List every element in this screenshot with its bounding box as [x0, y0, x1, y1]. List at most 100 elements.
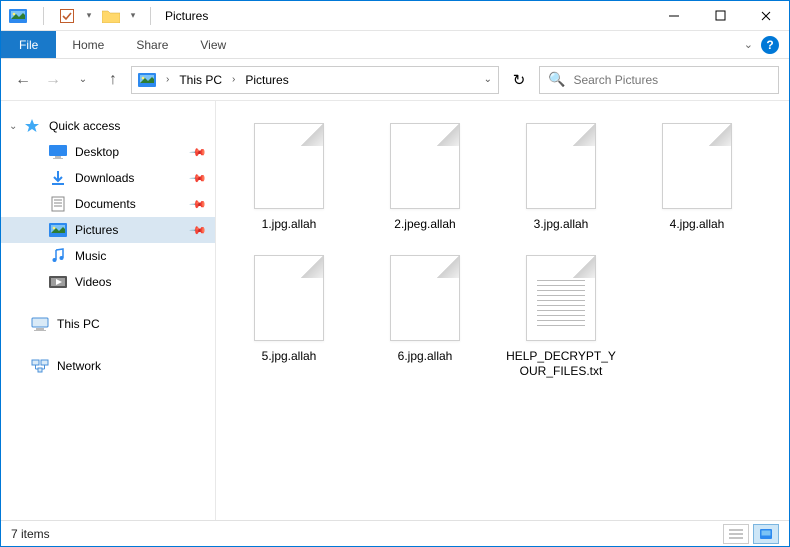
file-item[interactable]: 6.jpg.allah [362, 249, 488, 386]
qat-dropdown2-icon[interactable]: ▾ [128, 7, 138, 25]
view-details-button[interactable] [723, 524, 749, 544]
qat-dropdown-icon[interactable]: ▾ [84, 7, 94, 25]
titlebar-left: ▾ ▾ Pictures [9, 5, 208, 27]
titlebar: ▾ ▾ Pictures [1, 1, 789, 31]
sidebar-network[interactable]: Network [1, 353, 215, 379]
sidebar-item-label: Downloads [75, 171, 134, 185]
navigation-pane[interactable]: ⌄ Quick access Desktop 📌 Downloads 📌 Doc… [1, 101, 216, 520]
sidebar-item-label: Music [75, 249, 106, 263]
desktop-icon [49, 144, 67, 160]
star-icon [23, 118, 41, 134]
file-name-label: 5.jpg.allah [262, 349, 317, 365]
pin-icon: 📌 [189, 143, 208, 162]
sidebar-item-label: Pictures [75, 223, 118, 237]
breadcrumb-pictures[interactable]: Pictures [245, 73, 288, 87]
sidebar-item-downloads[interactable]: Downloads 📌 [1, 165, 215, 191]
window-title: Pictures [165, 9, 208, 23]
sidebar-item-music[interactable]: Music [1, 243, 215, 269]
documents-icon [49, 196, 67, 212]
tab-view[interactable]: View [184, 31, 242, 58]
maximize-button[interactable] [697, 1, 743, 31]
blank-file-icon [390, 255, 460, 341]
tab-share[interactable]: Share [120, 31, 184, 58]
forward-button[interactable]: → [41, 68, 65, 92]
qat-newfolder-button[interactable] [100, 5, 122, 27]
file-name-label: 1.jpg.allah [262, 217, 317, 233]
caret-icon[interactable]: ⌄ [9, 121, 17, 132]
navigation-row: ← → ⌄ ↑ › This PC › Pictures ⌄ ↻ 🔍 [1, 59, 789, 101]
sidebar-item-desktop[interactable]: Desktop 📌 [1, 139, 215, 165]
pictures-icon [49, 222, 67, 238]
this-pc-icon [31, 316, 49, 332]
text-file-icon [526, 255, 596, 341]
breadcrumb-sep-1[interactable]: › [232, 74, 235, 85]
ribbon: File Home Share View ⌄ ? [1, 31, 789, 59]
status-view-switch [723, 524, 779, 544]
sidebar-item-label: Videos [75, 275, 111, 289]
pin-icon: 📌 [189, 221, 208, 240]
address-bar[interactable]: › This PC › Pictures ⌄ [131, 66, 499, 94]
blank-file-icon [390, 123, 460, 209]
sidebar-item-label: Desktop [75, 145, 119, 159]
back-button[interactable]: ← [11, 68, 35, 92]
search-icon: 🔍 [548, 71, 565, 88]
qat-properties-check[interactable] [56, 5, 78, 27]
pin-icon: 📌 [189, 169, 208, 188]
file-grid: 1.jpg.allah 2.jpeg.allah 3.jpg.allah 4.jpg.… [226, 117, 779, 386]
file-pane[interactable]: 1.jpg.allah 2.jpeg.allah 3.jpg.allah 4.jpg.… [216, 101, 789, 520]
address-icon [138, 71, 156, 89]
search-input[interactable] [573, 73, 770, 87]
file-name-label: 3.jpg.allah [534, 217, 589, 233]
address-history-dropdown[interactable]: ⌄ [484, 74, 492, 85]
minimize-button[interactable] [651, 1, 697, 31]
pin-icon: 📌 [189, 195, 208, 214]
close-button[interactable] [743, 1, 789, 31]
file-item[interactable]: 2.jpeg.allah [362, 117, 488, 239]
app-icon [9, 7, 27, 25]
file-item[interactable]: 3.jpg.allah [498, 117, 624, 239]
file-item[interactable]: 5.jpg.allah [226, 249, 352, 386]
sidebar-item-pictures[interactable]: Pictures 📌 [1, 217, 215, 243]
file-name-label: 4.jpg.allah [670, 217, 725, 233]
status-bar: 7 items [1, 520, 789, 546]
search-box[interactable]: 🔍 [539, 66, 779, 94]
file-name-label: HELP_DECRYPT_YOUR_FILES.txt [504, 349, 618, 380]
file-tab[interactable]: File [1, 31, 56, 58]
blank-file-icon [526, 123, 596, 209]
main: ⌄ Quick access Desktop 📌 Downloads 📌 Doc… [1, 101, 789, 520]
sidebar-this-pc-label: This PC [57, 317, 100, 331]
refresh-button[interactable]: ↻ [505, 66, 533, 94]
breadcrumb-sep-root[interactable]: › [166, 74, 169, 85]
recent-locations-dropdown[interactable]: ⌄ [71, 68, 95, 92]
file-item[interactable]: HELP_DECRYPT_YOUR_FILES.txt [498, 249, 624, 386]
sidebar-item-label: Documents [75, 197, 136, 211]
file-name-label: 6.jpg.allah [398, 349, 453, 365]
sidebar-item-documents[interactable]: Documents 📌 [1, 191, 215, 217]
downloads-icon [49, 170, 67, 186]
file-item[interactable]: 1.jpg.allah [226, 117, 352, 239]
file-name-label: 2.jpeg.allah [394, 217, 455, 233]
quick-access-toolbar: ▾ ▾ [37, 5, 157, 27]
address-right: ⌄ [484, 74, 492, 85]
tab-home[interactable]: Home [56, 31, 120, 58]
ribbon-right: ⌄ ? [744, 31, 789, 58]
sidebar-quick-access-label: Quick access [49, 119, 120, 133]
status-item-count: 7 items [11, 527, 50, 541]
qat-separator [43, 7, 44, 25]
view-large-icons-button[interactable] [753, 524, 779, 544]
file-item[interactable]: 4.jpg.allah [634, 117, 760, 239]
sidebar-spacer [1, 295, 215, 311]
help-icon[interactable]: ? [761, 36, 779, 54]
music-icon [49, 248, 67, 264]
blank-file-icon [254, 255, 324, 341]
sidebar-spacer-2 [1, 337, 215, 353]
window-controls [651, 1, 789, 31]
expand-ribbon-icon[interactable]: ⌄ [744, 38, 753, 51]
breadcrumb-this-pc[interactable]: This PC [179, 73, 222, 87]
qat-separator-2 [150, 7, 151, 25]
up-button[interactable]: ↑ [101, 68, 125, 92]
sidebar-this-pc[interactable]: This PC [1, 311, 215, 337]
sidebar-item-videos[interactable]: Videos [1, 269, 215, 295]
videos-icon [49, 274, 67, 290]
sidebar-quick-access[interactable]: ⌄ Quick access [1, 113, 215, 139]
